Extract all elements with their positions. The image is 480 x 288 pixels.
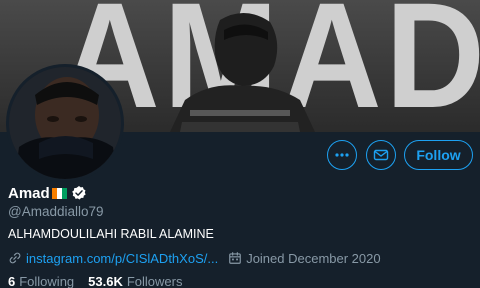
- avatar: [9, 67, 121, 179]
- followers-count: 53.6K: [88, 274, 123, 288]
- profile-link[interactable]: instagram.com/p/CISlADthXoS/...: [26, 251, 218, 266]
- avatar-photo: [9, 67, 121, 179]
- following-count: 6: [8, 274, 16, 288]
- user-handle: @Amaddiallo79: [8, 204, 104, 219]
- envelope-icon: [373, 149, 389, 161]
- banner-player-photo: [170, 12, 315, 132]
- more-options-button[interactable]: [327, 140, 357, 170]
- verified-badge-icon: [71, 186, 86, 200]
- followers-label: Followers: [126, 274, 183, 288]
- message-button[interactable]: [366, 140, 396, 170]
- ivory-coast-flag-icon: [51, 187, 67, 199]
- avatar-frame[interactable]: [6, 64, 124, 182]
- following-link[interactable]: 6 Following: [8, 274, 74, 288]
- followers-link[interactable]: 53.6K Followers: [88, 274, 182, 288]
- display-name: Amad: [8, 184, 50, 202]
- follow-counts: 6 Following 53.6K Followers: [8, 274, 182, 288]
- following-label: Following: [19, 274, 75, 288]
- name-row: Amad: [8, 183, 87, 203]
- profile-meta-row: instagram.com/p/CISlADthXoS/... Joined D…: [8, 250, 381, 266]
- follow-button[interactable]: Follow: [404, 140, 473, 170]
- calendar-icon: [229, 252, 242, 264]
- profile-bio: ALHAMDOULILAHI RABIL ALAMINE: [8, 227, 214, 241]
- join-date: Joined December 2020: [246, 250, 381, 266]
- link-icon: [9, 252, 21, 264]
- more-dots-icon: [335, 153, 349, 157]
